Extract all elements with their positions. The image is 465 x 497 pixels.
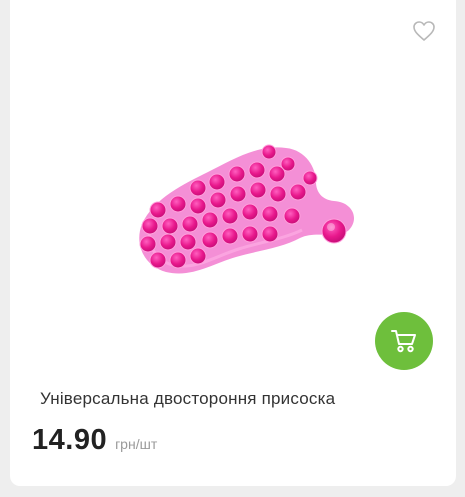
favorite-button[interactable]: [412, 20, 436, 42]
price-unit: грн/шт: [115, 436, 158, 452]
add-to-cart-button[interactable]: [375, 312, 433, 370]
suction-mat-illustration: [139, 144, 355, 274]
product-image[interactable]: [120, 138, 360, 288]
heart-outline-icon: [413, 21, 435, 41]
price-value: 14.90: [32, 424, 108, 456]
product-card[interactable]: Універсальна двостороння присоска 14.90 …: [10, 0, 456, 486]
price-block: 14.90 грн/шт: [32, 424, 157, 457]
cart-icon: [391, 330, 416, 353]
product-title[interactable]: Універсальна двостороння присоска: [40, 389, 335, 409]
